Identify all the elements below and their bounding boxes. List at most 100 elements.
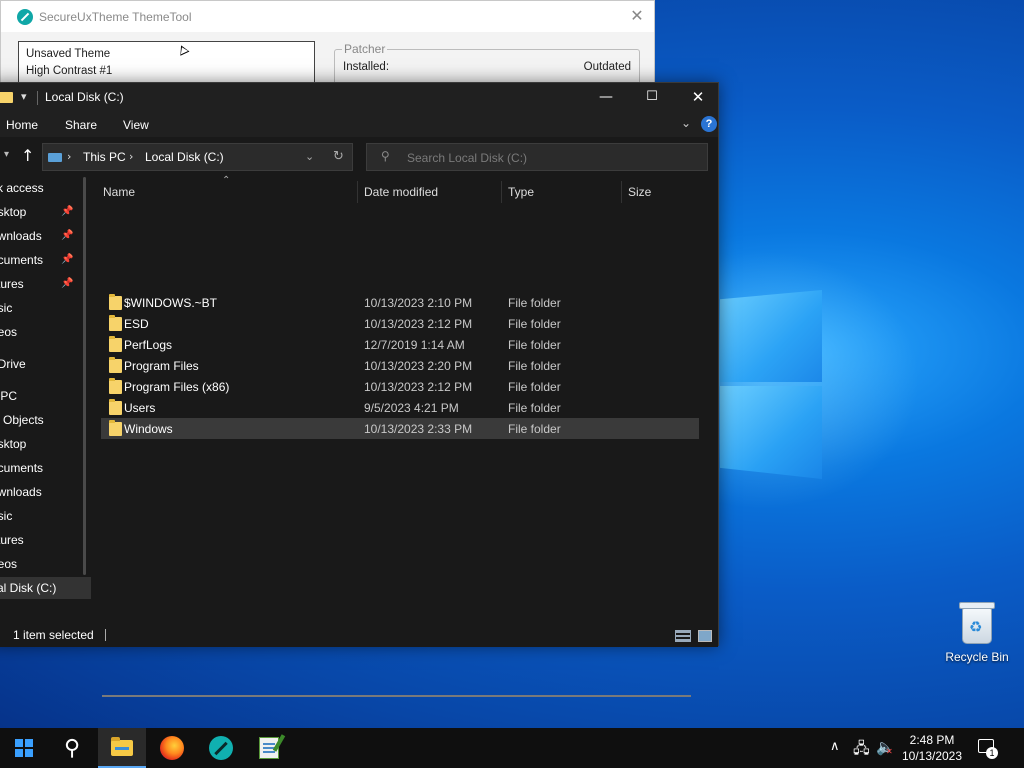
file-type: File folder xyxy=(508,296,561,310)
pin-icon[interactable]: 📌 xyxy=(61,273,73,295)
up-arrow-icon[interactable]: ↑ xyxy=(21,146,34,165)
nav-item[interactable]: ctures 📌 xyxy=(0,273,91,295)
nav-item-label: esktop xyxy=(0,205,27,219)
themetool-app-icon xyxy=(17,8,33,25)
file-date-modified: 10/13/2023 2:12 PM xyxy=(364,380,473,394)
nav-item[interactable]: D Objects xyxy=(0,409,91,431)
clock[interactable]: 2:48 PM 10/13/2023 xyxy=(900,732,964,768)
nav-item[interactable]: ocuments 📌 xyxy=(0,249,91,271)
file-row[interactable]: Users 9/5/2023 4:21 PM File folder xyxy=(101,397,699,418)
nav-item[interactable]: ocuments xyxy=(0,457,91,479)
theme-list-item[interactable]: Unsaved Theme High Contrast #1 xyxy=(18,41,315,87)
file-row[interactable]: Windows 10/13/2023 2:33 PM File folder xyxy=(101,418,699,439)
column-header-size[interactable]: Size xyxy=(628,185,651,199)
windows-logo-pane-top xyxy=(720,290,822,382)
file-type: File folder xyxy=(508,359,561,373)
breadcrumb-chevron-icon[interactable]: › xyxy=(67,150,71,163)
start-button[interactable] xyxy=(0,728,48,768)
show-hidden-icons-chevron-icon[interactable]: ∧ xyxy=(830,739,840,768)
taskbar-themetool[interactable] xyxy=(197,728,245,768)
recent-locations-chevron-icon[interactable]: ▾ xyxy=(4,149,9,160)
action-center-button[interactable]: 1 xyxy=(976,737,998,759)
nav-item[interactable]: ctures xyxy=(0,529,91,551)
nav-item[interactable]: cal Disk (C:) xyxy=(0,577,91,599)
close-button[interactable]: ✕ xyxy=(675,83,721,113)
column-divider[interactable] xyxy=(357,181,358,203)
installed-label: Installed: xyxy=(343,61,390,73)
nav-item[interactable]: ownloads 📌 xyxy=(0,225,91,247)
column-header-name[interactable]: Name xyxy=(103,185,135,199)
file-date-modified: 10/13/2023 2:10 PM xyxy=(364,296,473,310)
breadcrumb-chevron-icon[interactable]: › xyxy=(129,150,133,163)
minimize-button[interactable]: — xyxy=(583,83,629,113)
taskbar-search-button[interactable]: ⚲ xyxy=(48,728,96,768)
themetool-window: SecureUxTheme ThemeTool ✕ Unsaved Theme … xyxy=(0,0,655,89)
folder-icon xyxy=(0,92,13,103)
quick-access-toolbar-dropdown-icon[interactable]: ▾ xyxy=(21,90,27,103)
maximize-button[interactable]: ☐ xyxy=(629,83,675,113)
file-row[interactable]: Program Files (x86) 10/13/2023 2:12 PM Fil… xyxy=(101,376,699,397)
nav-item[interactable]: usic xyxy=(0,297,91,319)
volume-muted-icon[interactable]: 🔈 ✕ xyxy=(876,738,895,768)
themetool-close-icon[interactable]: ✕ xyxy=(628,7,646,25)
firefox-icon xyxy=(160,736,184,760)
taskbar-file-explorer[interactable] xyxy=(98,728,146,768)
pin-icon[interactable]: 📌 xyxy=(61,225,73,247)
nav-item[interactable]: s PC xyxy=(0,385,91,407)
tab-view[interactable]: View xyxy=(123,118,149,132)
refresh-icon[interactable]: ↻ xyxy=(333,149,344,164)
column-header-type[interactable]: Type xyxy=(508,185,534,199)
search-input[interactable]: ⚲ Search Local Disk (C:) xyxy=(366,143,708,171)
theme-name: Unsaved Theme xyxy=(26,48,111,60)
folder-icon xyxy=(109,315,122,331)
details-view-icon[interactable] xyxy=(675,630,691,642)
file-row[interactable]: $WINDOWS.~BT 10/13/2023 2:10 PM File folde… xyxy=(101,292,699,313)
breadcrumb-local-disk[interactable]: Local Disk (C:) xyxy=(145,150,224,164)
nav-item[interactable]: deos xyxy=(0,321,91,343)
taskbar-notepad-plus[interactable] xyxy=(245,728,293,768)
expand-ribbon-chevron-icon[interactable]: ⌄ xyxy=(681,116,691,130)
pin-icon[interactable]: 📌 xyxy=(61,201,73,223)
search-icon: ⚲ xyxy=(381,149,390,163)
address-bar[interactable]: › This PC › Local Disk (C:) ⌄ ↻ xyxy=(42,143,353,171)
file-name: Users xyxy=(124,401,156,415)
large-icons-view-icon[interactable] xyxy=(698,630,712,642)
column-header-date-modified[interactable]: Date modified xyxy=(364,185,438,199)
status-bar: 1 item selected xyxy=(0,621,718,647)
file-row[interactable]: PerfLogs 12/7/2019 1:14 AM File folder xyxy=(101,334,699,355)
breadcrumb-this-pc[interactable]: This PC xyxy=(83,150,126,164)
file-name: Windows xyxy=(124,422,173,436)
file-row[interactable]: ESD 10/13/2023 2:12 PM File folder xyxy=(101,313,699,334)
window-title: Local Disk (C:) xyxy=(45,90,124,104)
themetool-titlebar[interactable]: SecureUxTheme ThemeTool ✕ xyxy=(1,1,654,32)
taskbar-firefox[interactable] xyxy=(148,728,196,768)
nav-item[interactable]: usic xyxy=(0,505,91,527)
horizontal-scrollbar[interactable] xyxy=(102,695,691,697)
nav-item[interactable]: deos xyxy=(0,553,91,575)
folder-icon xyxy=(109,336,122,352)
recycle-bin-shortcut[interactable]: ♻ Recycle Bin xyxy=(940,600,1014,664)
selection-status: 1 item selected xyxy=(13,628,94,642)
search-icon: ⚲ xyxy=(63,735,81,761)
installed-status: Outdated xyxy=(583,61,631,73)
nav-item[interactable]: ck access xyxy=(0,177,91,199)
recycle-bin-icon: ♻ xyxy=(957,600,997,646)
recycle-bin-label: Recycle Bin xyxy=(945,650,1009,664)
tab-share[interactable]: Share xyxy=(65,118,97,132)
column-divider[interactable] xyxy=(501,181,502,203)
tab-home[interactable]: Home xyxy=(6,118,38,132)
nav-item[interactable]: esktop 📌 xyxy=(0,201,91,223)
navigation-pane-scrollbar[interactable] xyxy=(83,177,86,575)
network-icon[interactable]: 🖧 xyxy=(853,738,870,768)
pin-icon[interactable]: 📌 xyxy=(61,249,73,271)
nav-item[interactable]: eDrive xyxy=(0,353,91,375)
address-dropdown-chevron-icon[interactable]: ⌄ xyxy=(305,150,314,163)
nav-item-label: deos xyxy=(0,557,18,571)
explorer-titlebar[interactable]: ▾ Local Disk (C:) — ☐ ✕ xyxy=(0,83,718,113)
nav-item[interactable]: esktop xyxy=(0,433,91,455)
help-icon[interactable]: ? xyxy=(701,116,717,132)
file-row[interactable]: Program Files 10/13/2023 2:20 PM File fold… xyxy=(101,355,699,376)
nav-item[interactable]: ownloads xyxy=(0,481,91,503)
column-divider[interactable] xyxy=(621,181,622,203)
clock-date: 10/13/2023 xyxy=(901,749,963,763)
